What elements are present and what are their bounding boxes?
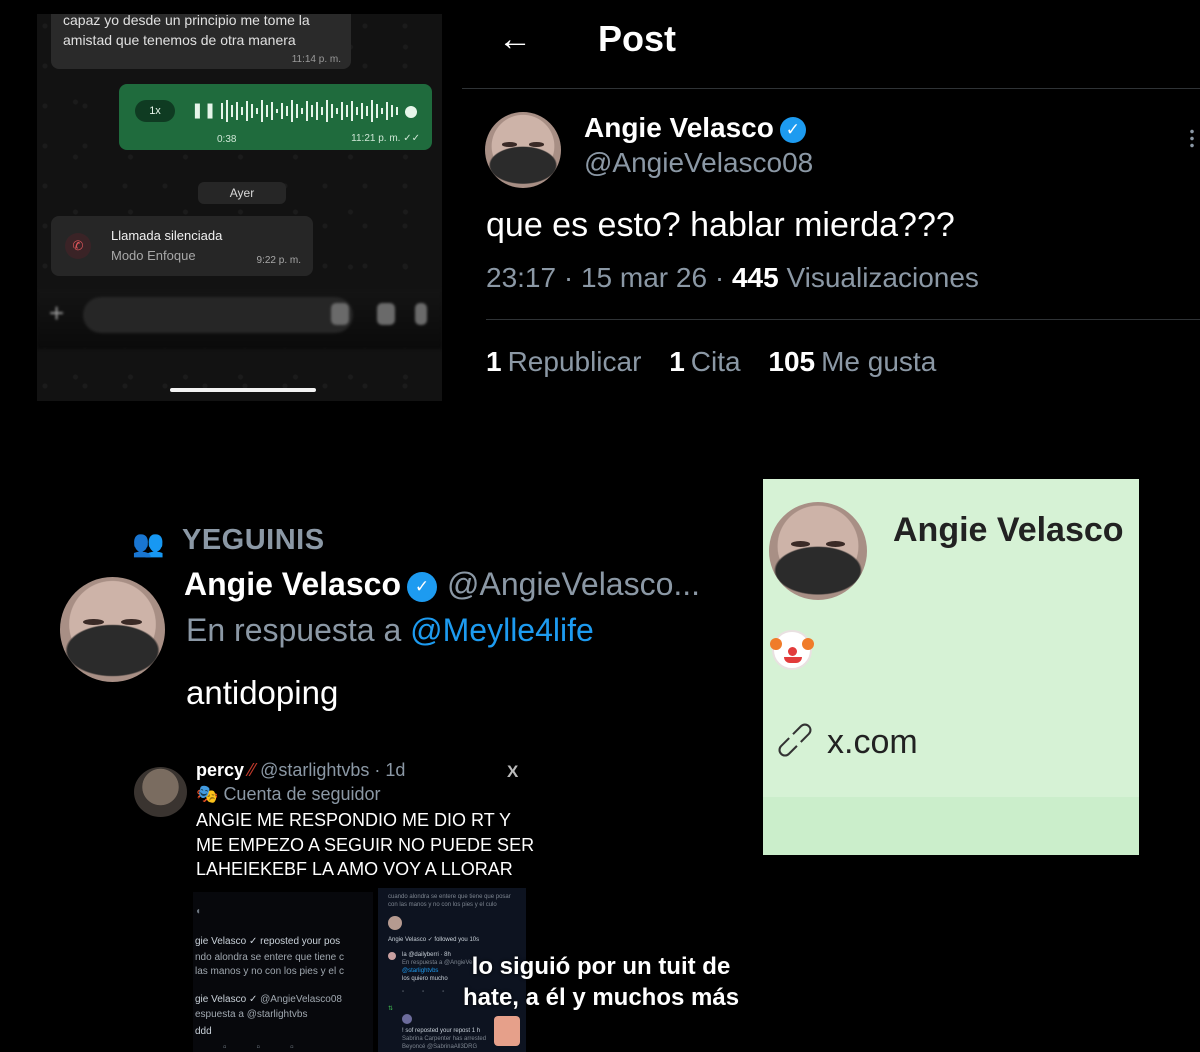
whatsapp-chat-screenshot: capaz yo desde un principio me tome la a… — [37, 14, 442, 401]
post-author-avatar[interactable] — [485, 112, 561, 188]
received-message-bubble: capaz yo desde un principio me tome la a… — [51, 14, 351, 69]
mini-reply-line: gie Velasco ✓ @AngieVelasco08 — [195, 994, 342, 1005]
message-input[interactable] — [83, 297, 353, 333]
voice-duration: 0:38 — [217, 134, 237, 145]
card-footer-strip — [763, 797, 1139, 855]
reply-author-handle[interactable]: @AngieVelasco... — [447, 566, 700, 602]
post-stats: 1 Republicar 1 Cita 105 Me gusta — [486, 346, 936, 378]
tiny-repost-line: ! sof reposted your repost 1 h — [402, 1028, 481, 1034]
tiny-top-text-1: cuando alondra se entere que tiene que p… — [388, 894, 511, 900]
tiny-reply-text: los quiero mucho — [402, 976, 448, 982]
tiny-avatar-3 — [402, 1014, 412, 1024]
mini-avatar-icon: ◖ — [195, 906, 202, 917]
mini-action-icons: ▫▫▫ — [223, 1042, 324, 1052]
message-time: 11:14 p. m. — [291, 54, 341, 65]
profile-card-avatar[interactable] — [769, 502, 867, 600]
tiny-follow-line: Angie Velasco ✓ followed you 10s — [388, 937, 480, 943]
percy-header: percy ⁄⁄ @starlightvbs · 1d — [196, 760, 405, 781]
percy-avatar[interactable] — [134, 767, 187, 817]
follower-account-label: 🎭 Cuenta de seguidor — [196, 784, 381, 805]
home-indicator[interactable] — [170, 388, 316, 392]
mini-repost-text-2: las manos y no con los pies y el c — [195, 966, 344, 977]
tiny-reply-header: la @dailyberri · 8h — [402, 952, 451, 958]
link-icon: ⊂⊃ — [766, 711, 823, 768]
verified-badge-icon: ✓ — [406, 571, 437, 602]
percy-name[interactable]: percy — [196, 760, 244, 780]
tiny-reply-mention: @starlightvbs — [402, 968, 439, 974]
microphone-icon[interactable] — [415, 303, 427, 325]
mini-repost-text-1: ndo alondra se entere que tiene c — [195, 952, 344, 963]
likes-stat[interactable]: 105 Me gusta — [768, 346, 936, 377]
missed-call-bubble[interactable]: ✆ Llamada silenciada Modo Enfoque 9:22 p… — [51, 216, 313, 276]
tiny-top-text-2: con las manos y no con los pies y el cul… — [388, 902, 497, 908]
reply-author-row[interactable]: Angie Velasco ✓ @AngieVelasco... — [184, 566, 700, 603]
reply-context: En respuesta a @Meylle4life — [186, 612, 594, 649]
more-options-icon[interactable] — [1190, 128, 1194, 150]
post-time: 23:17 — [486, 262, 557, 293]
reply-prefix: En respuesta a — [186, 612, 402, 648]
people-group-icon: 👥 — [132, 528, 165, 558]
playback-position-handle[interactable] — [405, 106, 417, 118]
message-text: capaz yo desde un principio me tome la a… — [63, 14, 310, 48]
masks-icon: 🎭 — [196, 784, 219, 804]
voice-message-bubble[interactable]: 1x ❚❚ 0:38 11:21 p. m. ✓✓ — [119, 84, 432, 150]
embedded-notification-screenshot-left: ◖ gie Velasco ✓ reposted your pos ndo al… — [193, 892, 373, 1052]
profile-card-name: Angie Velasco — [893, 511, 1124, 549]
tiny-repost-text-2: Beyoncé @SabrinaAll3DRG — [402, 1044, 478, 1050]
call-subtitle: Modo Enfoque — [111, 248, 196, 263]
x-logo-icon: X — [507, 762, 519, 781]
reply-author-avatar[interactable] — [60, 577, 165, 682]
profile-card-link[interactable]: x.com — [827, 723, 918, 762]
post-text: que es esto? hablar mierda??? — [486, 206, 955, 244]
post-author-handle[interactable]: @AngieVelasco08 — [584, 147, 813, 179]
call-title: Llamada silenciada — [111, 228, 223, 243]
quotes-stat[interactable]: 1 Cita — [669, 346, 740, 377]
message-input-bar: + — [37, 289, 442, 349]
reply-author-name[interactable]: Angie Velasco — [184, 566, 401, 602]
camera-icon[interactable] — [377, 303, 395, 325]
sticker-icon[interactable] — [331, 303, 349, 325]
call-time: 9:22 p. m. — [256, 255, 301, 266]
reply-text: antidoping — [186, 674, 339, 711]
percy-handle-meta[interactable]: @starlightvbs · 1d — [260, 760, 405, 780]
post-author-name[interactable]: Angie Velasco — [584, 112, 774, 143]
pause-icon[interactable]: ❚❚ — [191, 101, 216, 119]
playback-speed-button[interactable]: 1x — [135, 100, 175, 122]
day-separator: Ayer — [198, 182, 286, 204]
views-count: 445 — [731, 262, 779, 293]
header-divider — [462, 88, 1200, 89]
reposts-stat[interactable]: 1 Republicar — [486, 346, 641, 377]
profile-card[interactable]: Angie Velasco ⊂⊃ x.com — [763, 479, 1139, 855]
tiny-avatar — [388, 916, 402, 930]
mini-reply-context: espuesta a @starlightvbs — [195, 1009, 308, 1020]
attach-plus-icon[interactable]: + — [49, 298, 64, 329]
verified-badge-icon: ✓ — [779, 116, 806, 143]
views-label: Visualizaciones — [786, 262, 979, 293]
community-name[interactable]: YEGUINIS — [182, 524, 325, 557]
reply-to-link[interactable]: @Meylle4life — [410, 612, 594, 648]
percy-tweet-text: ANGIE ME RESPONDIO ME DIO RT Y ME EMPEZO… — [196, 810, 535, 879]
post-date: 15 mar 26 — [580, 262, 708, 293]
tiny-repost-text-1: Sabrina Carpenter has arrested — [402, 1036, 487, 1042]
meta-divider — [486, 319, 1200, 320]
tiny-repost-icon: ⇅ — [388, 1006, 394, 1012]
post-author-name-row[interactable]: Angie Velasco ✓ — [584, 112, 806, 144]
clown-face-icon — [770, 630, 814, 670]
post-metadata: 23:17 · 15 mar 26 · 445 Visualizaciones — [486, 262, 979, 293]
mini-reply-text: ddd — [195, 1026, 212, 1037]
overlay-caption: lo siguió por un tuit de hate, a él y mu… — [462, 953, 740, 1011]
tiny-action-icons: ▫▫▫ — [402, 989, 463, 995]
follower-label-text: Cuenta de seguidor — [223, 784, 381, 804]
pencil-emoji-icon: ⁄⁄ — [249, 760, 256, 780]
missed-call-icon: ✆ — [65, 233, 91, 259]
tiny-avatar-2 — [388, 952, 396, 960]
page-title: Post — [598, 18, 677, 59]
tiny-media-thumbnail — [494, 1016, 520, 1046]
back-arrow-icon[interactable]: ← — [498, 20, 532, 59]
voice-message-time: 11:21 p. m. ✓✓ — [351, 133, 420, 144]
waveform-icon[interactable] — [221, 98, 411, 124]
mini-repost-line: gie Velasco ✓ reposted your pos — [195, 936, 341, 947]
